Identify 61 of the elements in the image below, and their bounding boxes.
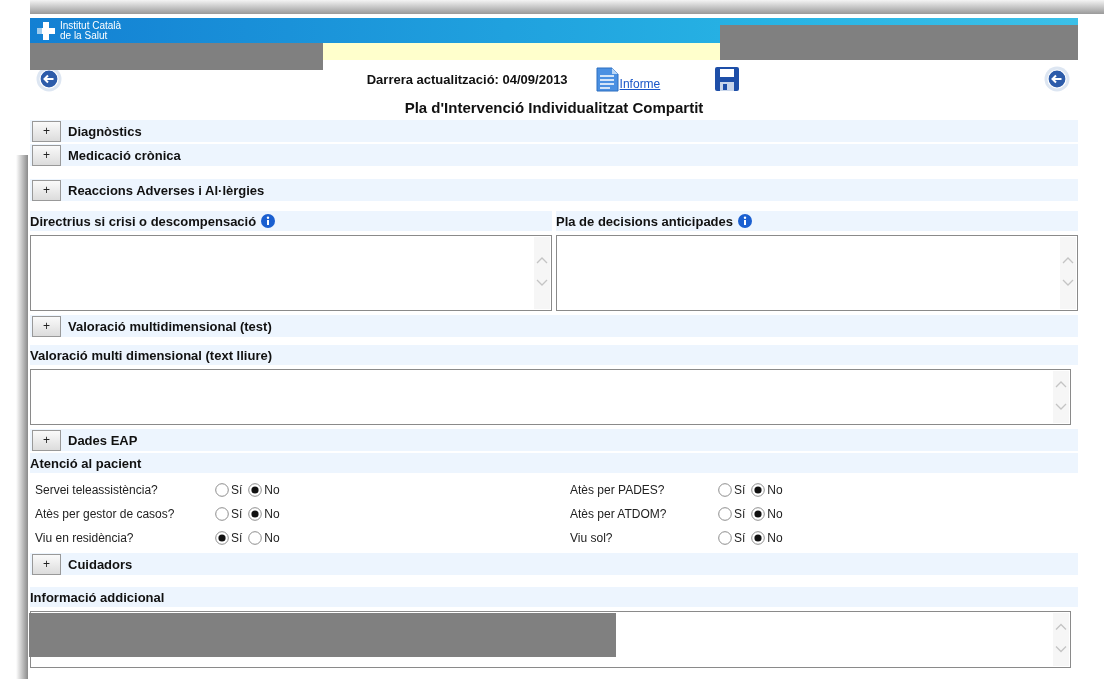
save-icon[interactable]: [715, 67, 740, 91]
section-title: Valoració multidimensional (test): [68, 318, 272, 334]
section-title: Reaccions Adverses i Al·lèrgies: [68, 182, 265, 198]
section-title: Medicació crònica: [68, 147, 181, 163]
radio-option[interactable]: No: [751, 483, 783, 497]
expand-button[interactable]: +: [32, 179, 61, 201]
question-label: Atès per PADES?: [570, 483, 666, 497]
text-area[interactable]: [556, 235, 1078, 311]
radio-button[interactable]: [718, 483, 732, 497]
radio-option[interactable]: No: [248, 483, 280, 497]
section-title: Cuidadors: [68, 556, 133, 572]
radio-button[interactable]: [751, 507, 766, 521]
info-icon[interactable]: [738, 214, 752, 228]
info-icon[interactable]: [261, 214, 276, 228]
radio-button[interactable]: [248, 483, 263, 497]
radio-option[interactable]: No: [751, 531, 783, 545]
radio-button[interactable]: [718, 531, 732, 545]
expand-button[interactable]: +: [32, 144, 61, 166]
report-link[interactable]: Informe: [619, 76, 661, 91]
field-label: Informació addicional: [30, 589, 165, 605]
question-label: Atès per ATDOM?: [570, 507, 668, 521]
radio-option[interactable]: Sí: [718, 483, 746, 497]
question-label: Servei teleassistència?: [35, 483, 159, 497]
expand-button[interactable]: +: [32, 553, 61, 575]
radio-option[interactable]: Sí: [718, 531, 746, 545]
field-label: Valoració multi dimensional (text lliure): [30, 347, 272, 363]
question-label: Viu en residència?: [35, 531, 135, 545]
radio-option[interactable]: Sí: [718, 507, 746, 521]
expand-button[interactable]: +: [32, 315, 61, 337]
radio-option[interactable]: No: [751, 507, 783, 521]
section-title: Dades EAP: [68, 432, 138, 448]
radio-button[interactable]: [718, 507, 732, 521]
radio-button[interactable]: [215, 507, 229, 521]
section-title: Diagnòstics: [68, 123, 142, 139]
logo-icon: [36, 21, 56, 40]
field-label: Directrius si crisi o descompensació: [30, 213, 257, 229]
radio-option[interactable]: Sí: [215, 507, 243, 521]
radio-button[interactable]: [751, 531, 766, 545]
expand-button[interactable]: +: [32, 120, 61, 142]
text-area[interactable]: [30, 235, 552, 311]
question-label: Atès per gestor de casos?: [35, 507, 176, 521]
radio-button[interactable]: [248, 507, 263, 521]
question-label: Viu sol?: [570, 531, 614, 545]
radio-option[interactable]: Sí: [215, 531, 243, 545]
radio-option[interactable]: No: [248, 507, 280, 521]
document-icon[interactable]: [595, 65, 619, 93]
text-area[interactable]: [30, 611, 1071, 668]
back-icon[interactable]: [1044, 66, 1070, 92]
radio-button[interactable]: [248, 531, 263, 545]
radio-option[interactable]: Sí: [215, 483, 243, 497]
radio-button[interactable]: [751, 483, 766, 497]
expand-button[interactable]: +: [32, 429, 61, 451]
radio-button[interactable]: [215, 531, 229, 545]
radio-option[interactable]: No: [248, 531, 280, 545]
logo-text: Institut Català de la Salut: [60, 20, 122, 41]
group-title: Atenció al pacient: [30, 453, 1078, 473]
page-title: Pla d'Intervenció Individualitzat Compartit: [404, 99, 704, 116]
field-label: Pla de decisions anticipades: [556, 213, 733, 229]
text-area[interactable]: [30, 369, 1071, 425]
last-update-text: Darrera actualització: 04/09/2013: [366, 71, 568, 87]
radio-button[interactable]: [215, 483, 229, 497]
